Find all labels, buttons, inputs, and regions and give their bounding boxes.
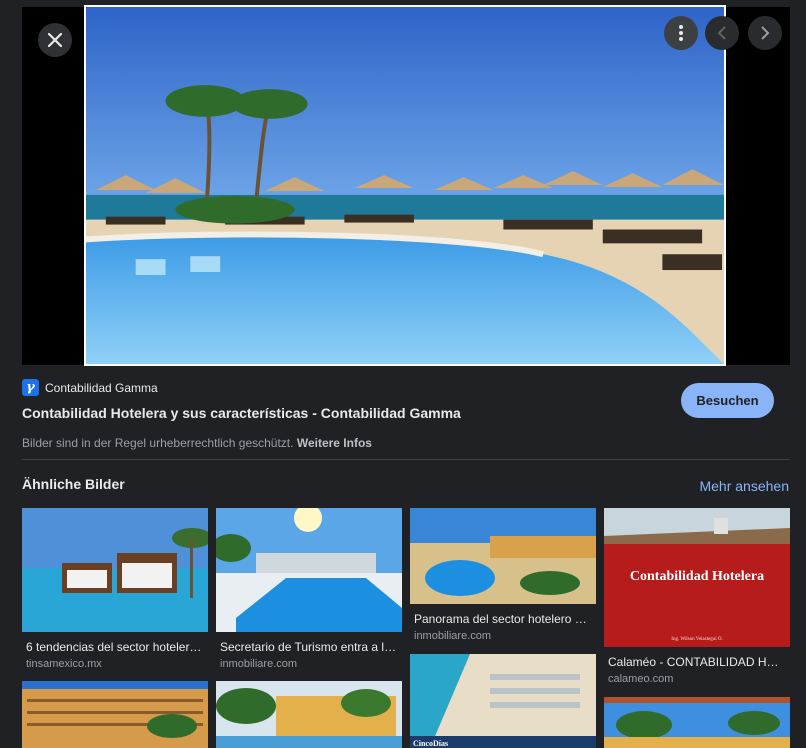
similar-thumbnail: [22, 681, 208, 748]
similar-card[interactable]: [22, 681, 208, 748]
cover-title: Contabilidad Hotelera: [629, 569, 765, 584]
resort-pool-photo: [86, 7, 724, 364]
similar-card-domain: inmobiliare.com: [414, 630, 492, 642]
similar-images-heading: Ähnliche Bilder: [22, 476, 125, 492]
copyright-text: Bilder sind in der Regel urheberrechtlic…: [22, 436, 294, 450]
cover-author: Ing. Wilson Velasteguí O.: [671, 637, 723, 642]
similar-thumbnail: Contabilidad Hotelera Ing. Wilson Velast…: [604, 508, 790, 647]
similar-card[interactable]: CincoDías: [410, 654, 596, 748]
similar-card[interactable]: [604, 697, 790, 748]
similar-card[interactable]: Secretario de Turismo entra a l… inmobil…: [216, 508, 402, 670]
similar-card-title: Panorama del sector hotelero …: [414, 612, 587, 626]
beach-aerial-photo: [410, 654, 596, 748]
infinity-pool-photo: [216, 508, 402, 632]
similar-thumbnail: CincoDías: [410, 654, 596, 748]
divider: [22, 459, 790, 460]
similar-card-title: 6 tendencias del sector hoteler…: [26, 640, 202, 654]
palm-resort-photo: [216, 681, 402, 748]
hotel-building-photo: [22, 681, 208, 748]
visit-button[interactable]: Besuchen: [681, 383, 774, 418]
similar-card-title: Secretario de Turismo entra a l…: [220, 640, 397, 654]
thumbnail-caption: CincoDías: [413, 739, 449, 748]
next-image-button[interactable]: [748, 16, 782, 50]
previous-image-button[interactable]: [705, 16, 739, 50]
source-name[interactable]: Contabilidad Gamma: [45, 381, 158, 395]
palm-pool-photo: [604, 697, 790, 748]
close-icon: [47, 32, 63, 48]
similar-card[interactable]: 6 tendencias del sector hoteler… tinsame…: [22, 508, 208, 670]
image-viewer-panel: γ Contabilidad Gamma Contabilidad Hotele…: [0, 0, 806, 748]
similar-card[interactable]: [216, 681, 402, 748]
similar-thumbnail: [216, 681, 402, 748]
similar-thumbnail: [604, 697, 790, 748]
similar-card[interactable]: Contabilidad Hotelera Ing. Wilson Velast…: [604, 508, 790, 685]
more-info-link[interactable]: Weitere Infos: [297, 436, 372, 450]
chevron-left-icon: [717, 26, 726, 40]
source-row[interactable]: γ Contabilidad Gamma: [22, 379, 158, 396]
similar-card[interactable]: Panorama del sector hotelero … inmobilia…: [410, 508, 596, 642]
close-button[interactable]: [38, 23, 72, 57]
more-options-button[interactable]: [664, 16, 698, 50]
similar-card-domain: calameo.com: [608, 673, 674, 685]
site-favicon: γ: [22, 379, 39, 396]
similar-card-title: Calaméo - CONTABILIDAD HO…: [608, 655, 786, 669]
main-preview-image[interactable]: [84, 5, 726, 366]
see-more-link[interactable]: Mehr ansehen: [699, 478, 789, 494]
more-vert-icon: [679, 25, 683, 41]
aerial-resort-photo: [410, 508, 596, 604]
cabana-beach-photo: [22, 508, 208, 632]
similar-thumbnail: [216, 508, 402, 632]
similar-thumbnail: [410, 508, 596, 604]
similar-card-domain: inmobiliare.com: [220, 658, 298, 670]
chevron-right-icon: [761, 26, 770, 40]
image-title[interactable]: Contabilidad Hotelera y sus característi…: [22, 405, 461, 421]
similar-card-domain: tinsamexico.mx: [26, 658, 102, 670]
similar-thumbnail: [22, 508, 208, 632]
copyright-notice: Bilder sind in der Regel urheberrechtlic…: [22, 436, 372, 450]
